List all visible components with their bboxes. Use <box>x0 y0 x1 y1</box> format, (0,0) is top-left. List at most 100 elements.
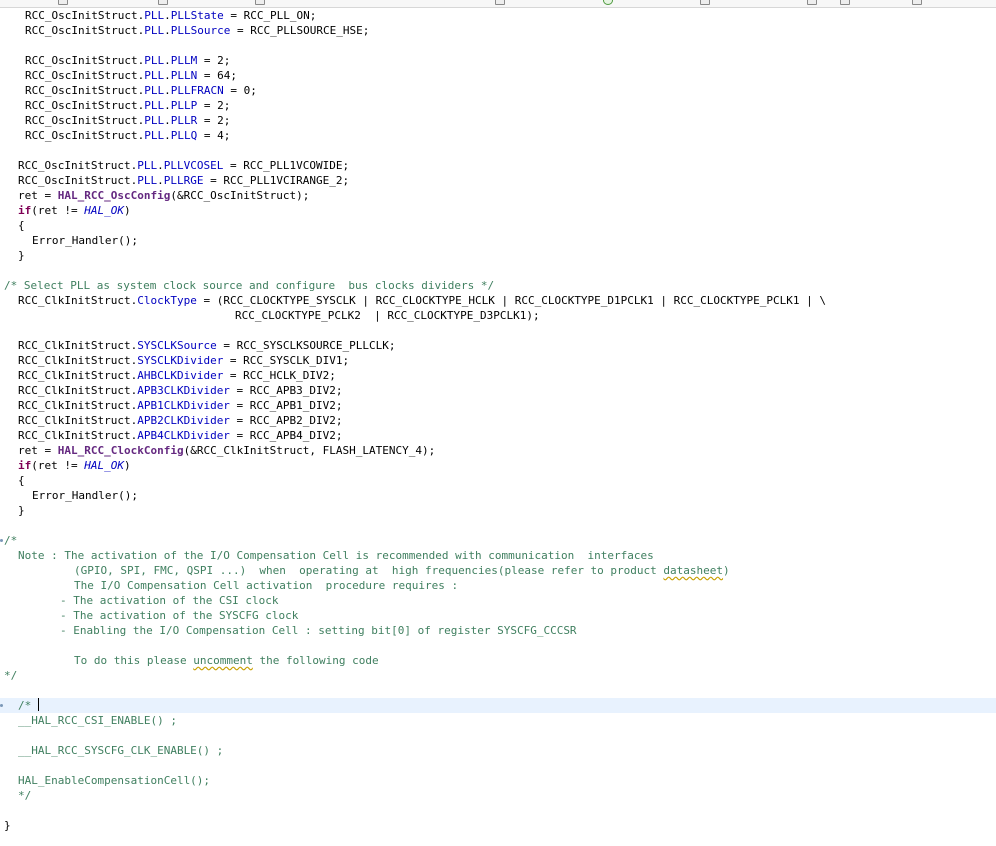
code-line[interactable]: Note : The activation of the I/O Compens… <box>0 548 996 563</box>
code-line[interactable]: RCC_OscInitStruct.PLL.PLLR = 2; <box>0 113 996 128</box>
code-line-text: { <box>18 218 25 233</box>
code-line[interactable]: RCC_OscInitStruct.PLL.PLLM = 2; <box>0 53 996 68</box>
code-token: Note : The activation of the I/O Compens… <box>18 549 654 562</box>
code-line[interactable]: RCC_CLOCKTYPE_PCLK2 | RCC_CLOCKTYPE_D3PC… <box>0 308 996 323</box>
code-line[interactable]: Error_Handler(); <box>0 233 996 248</box>
code-line[interactable]: __HAL_RCC_CSI_ENABLE() ; <box>0 713 996 728</box>
code-token: PLL <box>144 129 165 142</box>
code-token: RCC_OscInitStruct. <box>25 24 145 37</box>
code-line[interactable]: RCC_OscInitStruct.PLL.PLLSource = RCC_PL… <box>0 23 996 38</box>
code-token: = RCC_APB4_DIV2; <box>229 429 343 442</box>
code-line-text: /* <box>4 533 17 548</box>
code-line[interactable]: if(ret != HAL_OK) <box>0 458 996 473</box>
code-line[interactable]: RCC_ClkInitStruct.APB2CLKDivider = RCC_A… <box>0 413 996 428</box>
code-line[interactable]: Error_Handler(); <box>0 488 996 503</box>
code-token: } <box>4 819 11 832</box>
code-line[interactable]: { <box>0 473 996 488</box>
code-line[interactable]: RCC_ClkInitStruct.APB1CLKDivider = RCC_A… <box>0 398 996 413</box>
code-token: ) <box>723 564 730 577</box>
code-line[interactable]: /* <box>0 533 996 548</box>
code-line[interactable]: RCC_OscInitStruct.PLL.PLLRGE = RCC_PLL1V… <box>0 173 996 188</box>
code-line[interactable]: RCC_OscInitStruct.PLL.PLLP = 2; <box>0 98 996 113</box>
code-line-text: RCC_OscInitStruct.PLL.PLLR = 2; <box>25 113 230 128</box>
code-line[interactable] <box>0 758 996 773</box>
code-line-text: RCC_OscInitStruct.PLL.PLLRGE = RCC_PLL1V… <box>18 173 349 188</box>
code-line[interactable]: To do this please uncomment the followin… <box>0 653 996 668</box>
code-line[interactable] <box>0 728 996 743</box>
code-token: = RCC_PLL1VCOWIDE; <box>223 159 350 172</box>
code-line-text: */ <box>4 668 17 683</box>
code-line[interactable] <box>0 263 996 278</box>
code-token: . <box>157 174 164 187</box>
save-icon[interactable] <box>255 0 265 5</box>
code-line-text: } <box>18 248 25 263</box>
code-line[interactable]: RCC_OscInitStruct.PLL.PLLVCOSEL = RCC_PL… <box>0 158 996 173</box>
code-line[interactable]: RCC_ClkInitStruct.APB3CLKDivider = RCC_A… <box>0 383 996 398</box>
code-token: PLL <box>144 69 165 82</box>
window-icon[interactable] <box>807 0 817 5</box>
code-token: PLL <box>144 54 165 67</box>
code-line[interactable]: RCC_ClkInitStruct.SYSCLKSource = RCC_SYS… <box>0 338 996 353</box>
code-line[interactable]: RCC_OscInitStruct.PLL.PLLQ = 4; <box>0 128 996 143</box>
code-token: the following code <box>252 654 379 667</box>
page-icon[interactable] <box>700 0 710 5</box>
search-icon[interactable] <box>495 0 505 5</box>
code-token: */ <box>4 669 18 682</box>
file-icon[interactable] <box>58 0 68 5</box>
code-line[interactable]: RCC_ClkInitStruct.APB4CLKDivider = RCC_A… <box>0 428 996 443</box>
code-line[interactable]: } <box>0 818 996 833</box>
code-line[interactable]: RCC_ClkInitStruct.ClockType = (RCC_CLOCK… <box>0 293 996 308</box>
code-token: PLLSource <box>170 24 231 37</box>
code-line[interactable] <box>0 803 996 818</box>
code-line[interactable]: /* <box>0 698 996 713</box>
code-line[interactable] <box>0 683 996 698</box>
code-line[interactable] <box>0 518 996 533</box>
code-line[interactable]: (GPIO, SPI, FMC, QSPI ...) when operatin… <box>0 563 996 578</box>
code-line[interactable]: */ <box>0 668 996 683</box>
code-line[interactable]: - The activation of the SYSCFG clock <box>0 608 996 623</box>
code-token: = 2; <box>197 114 231 127</box>
code-line[interactable]: } <box>0 503 996 518</box>
code-line[interactable]: - The activation of the CSI clock <box>0 593 996 608</box>
code-token: RCC_OscInitStruct. <box>25 54 145 67</box>
code-token: . <box>164 54 171 67</box>
code-line[interactable] <box>0 143 996 158</box>
code-line[interactable]: ret = HAL_RCC_OscConfig(&RCC_OscInitStru… <box>0 188 996 203</box>
code-line[interactable]: The I/O Compensation Cell activation pro… <box>0 578 996 593</box>
code-line[interactable]: } <box>0 248 996 263</box>
code-token: ret = <box>18 444 58 457</box>
code-line[interactable]: - Enabling the I/O Compensation Cell : s… <box>0 623 996 638</box>
code-line-text: if(ret != HAL_OK) <box>18 203 131 218</box>
open-icon[interactable] <box>158 0 168 5</box>
run-icon[interactable] <box>603 0 613 5</box>
code-line[interactable]: RCC_ClkInitStruct.SYSCLKDivider = RCC_SY… <box>0 353 996 368</box>
code-line[interactable]: if(ret != HAL_OK) <box>0 203 996 218</box>
code-line-text: __HAL_RCC_CSI_ENABLE() ; <box>18 713 177 728</box>
code-token: PLL <box>137 159 158 172</box>
code-line[interactable] <box>0 38 996 53</box>
code-line[interactable]: /* Select PLL as system clock source and… <box>0 278 996 293</box>
nav-icon[interactable] <box>840 0 850 5</box>
code-token: RCC_OscInitStruct. <box>25 69 145 82</box>
layout-icon[interactable] <box>912 0 922 5</box>
code-editor[interactable]: RCC_OscInitStruct.PLL.PLLState = RCC_PLL… <box>0 8 996 846</box>
code-line[interactable]: ret = HAL_RCC_ClockConfig(&RCC_ClkInitSt… <box>0 443 996 458</box>
code-line[interactable]: RCC_OscInitStruct.PLL.PLLFRACN = 0; <box>0 83 996 98</box>
code-line-text: RCC_CLOCKTYPE_PCLK2 | RCC_CLOCKTYPE_D3PC… <box>235 308 540 323</box>
code-line[interactable]: */ <box>0 788 996 803</box>
fold-marker-icon[interactable] <box>0 704 3 707</box>
code-line[interactable]: __HAL_RCC_SYSCFG_CLK_ENABLE() ; <box>0 743 996 758</box>
code-token: PLLFRACN <box>170 84 224 97</box>
code-line[interactable] <box>0 638 996 653</box>
code-line[interactable] <box>0 323 996 338</box>
code-line-text: RCC_ClkInitStruct.APB2CLKDivider = RCC_A… <box>18 413 343 428</box>
code-token: PLLQ <box>170 129 198 142</box>
code-line[interactable]: { <box>0 218 996 233</box>
code-line[interactable]: RCC_ClkInitStruct.AHBCLKDivider = RCC_HC… <box>0 368 996 383</box>
code-token: = RCC_PLL_ON; <box>223 9 317 22</box>
code-token: __HAL_RCC_SYSCFG_CLK_ENABLE() ; <box>18 744 224 757</box>
code-line[interactable]: HAL_EnableCompensationCell(); <box>0 773 996 788</box>
code-line[interactable]: RCC_OscInitStruct.PLL.PLLState = RCC_PLL… <box>0 8 996 23</box>
fold-marker-icon[interactable] <box>0 539 3 542</box>
code-line[interactable]: RCC_OscInitStruct.PLL.PLLN = 64; <box>0 68 996 83</box>
